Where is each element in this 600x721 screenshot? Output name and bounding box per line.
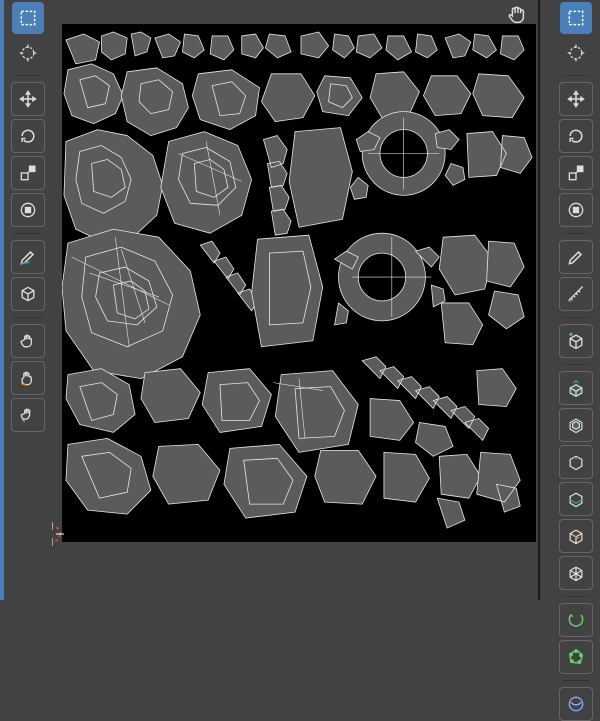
spin-dup-icon[interactable] bbox=[559, 640, 593, 674]
annotate-icon[interactable] bbox=[11, 240, 45, 274]
inset-icon[interactable] bbox=[559, 408, 593, 442]
uv-canvas-wrap bbox=[60, 0, 538, 600]
loopcut-icon[interactable] bbox=[559, 482, 593, 516]
grab-icon[interactable] bbox=[11, 324, 45, 358]
rotate-icon[interactable] bbox=[11, 119, 45, 153]
add-cube-icon[interactable] bbox=[559, 324, 593, 358]
rotate-r-icon[interactable] bbox=[559, 119, 593, 153]
smooth-icon[interactable] bbox=[559, 687, 593, 721]
extrude-icon[interactable] bbox=[559, 371, 593, 405]
relax-icon[interactable] bbox=[11, 361, 45, 395]
measure-r-icon[interactable] bbox=[559, 277, 593, 311]
transform-r-icon[interactable] bbox=[559, 193, 593, 227]
uv-canvas[interactable] bbox=[62, 24, 536, 542]
move-r-icon[interactable] bbox=[559, 82, 593, 116]
move-icon[interactable] bbox=[11, 82, 45, 116]
cursor-r-icon[interactable] bbox=[560, 37, 592, 69]
cursor-icon[interactable] bbox=[12, 37, 44, 69]
select-box-r-icon[interactable] bbox=[560, 2, 592, 34]
scale-r-icon[interactable] bbox=[559, 156, 593, 190]
scale-icon[interactable] bbox=[11, 156, 45, 190]
right-toolbar bbox=[552, 0, 600, 600]
pinch-icon[interactable] bbox=[11, 398, 45, 432]
transform-icon[interactable] bbox=[11, 193, 45, 227]
annotate-r-icon[interactable] bbox=[559, 240, 593, 274]
polybuild-icon[interactable] bbox=[559, 556, 593, 590]
bevel-icon[interactable] bbox=[559, 445, 593, 479]
spin-icon[interactable] bbox=[559, 603, 593, 637]
knife-icon[interactable] bbox=[559, 519, 593, 553]
cube-outline-icon[interactable] bbox=[11, 277, 45, 311]
select-box-icon[interactable] bbox=[12, 2, 44, 34]
panel-divider[interactable] bbox=[538, 0, 540, 600]
left-toolbar bbox=[0, 0, 52, 600]
